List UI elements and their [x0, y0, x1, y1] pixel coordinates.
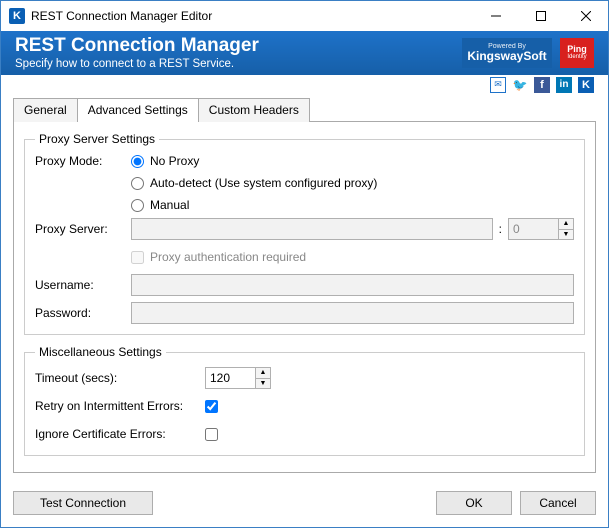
window-controls [473, 1, 608, 31]
proxy-auth-label: Proxy authentication required [150, 250, 306, 264]
port-spin-up-icon[interactable]: ▲ [558, 218, 574, 230]
tab-strip: General Advanced Settings Custom Headers [13, 97, 596, 121]
window-root: K REST Connection Manager Editor REST Co… [0, 0, 609, 528]
tab-custom-headers[interactable]: Custom Headers [198, 98, 310, 122]
port-spin-down-icon[interactable]: ▼ [558, 230, 574, 241]
radio-no-proxy[interactable]: No Proxy [131, 154, 377, 168]
timeout-spinner[interactable]: ▲ ▼ [205, 367, 271, 389]
maximize-button[interactable] [518, 1, 563, 31]
tab-general[interactable]: General [13, 98, 78, 122]
footer: Test Connection OK Cancel [1, 483, 608, 527]
misc-fieldset: Miscellaneous Settings Timeout (secs): ▲… [24, 345, 585, 456]
proxy-port-spinner[interactable]: ▲ ▼ [508, 218, 574, 240]
radio-auto-detect-label: Auto-detect (Use system configured proxy… [150, 176, 377, 190]
radio-auto-detect[interactable]: Auto-detect (Use system configured proxy… [131, 176, 377, 190]
banner: REST Connection Manager Specify how to c… [1, 31, 608, 75]
username-input[interactable] [131, 274, 574, 296]
ignore-cert-label: Ignore Certificate Errors: [35, 427, 205, 441]
radio-manual[interactable]: Manual [131, 198, 377, 212]
tab-body: Proxy Server Settings Proxy Mode: No Pro… [13, 121, 596, 473]
banner-subtitle: Specify how to connect to a REST Service… [15, 58, 462, 70]
timeout-label: Timeout (secs): [35, 371, 205, 385]
password-label: Password: [35, 306, 131, 320]
ping-identity-logo: Ping Identity [560, 38, 594, 68]
proxy-fieldset: Proxy Server Settings Proxy Mode: No Pro… [24, 132, 585, 335]
password-input[interactable] [131, 302, 574, 324]
timeout-spin-down-icon[interactable]: ▼ [255, 379, 271, 390]
ignore-cert-checkbox[interactable] [205, 428, 218, 441]
proxy-legend: Proxy Server Settings [35, 132, 159, 146]
kingswaysoft-logo: Powered By KingswaySoft [462, 38, 552, 68]
twitter-icon[interactable]: 🐦 [512, 77, 528, 93]
facebook-icon[interactable]: f [534, 77, 550, 93]
proxy-server-input[interactable] [131, 218, 493, 240]
linkedin-icon[interactable]: in [556, 77, 572, 93]
titlebar: K REST Connection Manager Editor [1, 1, 608, 31]
proxy-mode-label: Proxy Mode: [35, 154, 131, 168]
username-label: Username: [35, 278, 131, 292]
tab-advanced-settings[interactable]: Advanced Settings [77, 98, 199, 122]
radio-no-proxy-label: No Proxy [150, 154, 199, 168]
social-row: ✉ 🐦 f in K [1, 75, 608, 93]
content-area: General Advanced Settings Custom Headers… [1, 93, 608, 483]
ok-button[interactable]: OK [436, 491, 512, 515]
close-button[interactable] [563, 1, 608, 31]
radio-manual-input[interactable] [131, 199, 144, 212]
cancel-button[interactable]: Cancel [520, 491, 596, 515]
radio-manual-label: Manual [150, 198, 189, 212]
retry-checkbox[interactable] [205, 400, 218, 413]
timeout-spin-up-icon[interactable]: ▲ [255, 367, 271, 379]
app-icon: K [9, 8, 25, 24]
port-separator: : [499, 222, 502, 236]
minimize-button[interactable] [473, 1, 518, 31]
kingsway-icon[interactable]: K [578, 77, 594, 93]
misc-legend: Miscellaneous Settings [35, 345, 166, 359]
proxy-server-label: Proxy Server: [35, 222, 131, 236]
mail-icon[interactable]: ✉ [490, 77, 506, 93]
radio-auto-detect-input[interactable] [131, 177, 144, 190]
timeout-input[interactable] [205, 367, 255, 389]
window-title: REST Connection Manager Editor [31, 9, 473, 23]
radio-no-proxy-input[interactable] [131, 155, 144, 168]
proxy-port-input[interactable] [508, 218, 558, 240]
test-connection-button[interactable]: Test Connection [13, 491, 153, 515]
proxy-auth-checkbox[interactable] [131, 251, 144, 264]
retry-label: Retry on Intermittent Errors: [35, 399, 205, 413]
banner-title: REST Connection Manager [15, 35, 462, 57]
